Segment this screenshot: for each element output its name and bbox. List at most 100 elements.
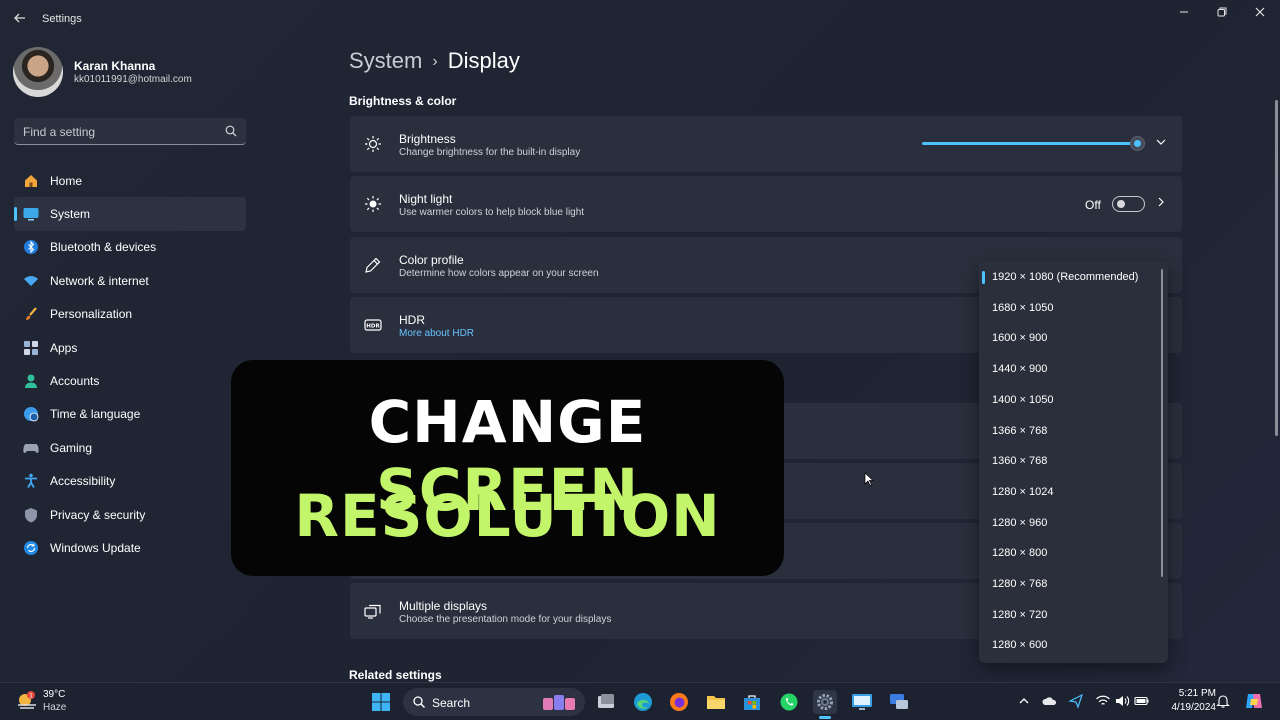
clock-time[interactable]: 5:21 PM [1166, 688, 1216, 699]
brightness-slider-thumb[interactable] [1130, 136, 1145, 151]
home-icon [22, 172, 40, 190]
settings-window: Settings Karan Khanna kk01011991@hotmail… [0, 0, 1280, 682]
resolution-option-label: 1280 × 1024 [992, 485, 1054, 498]
wifi-status-icon[interactable] [1095, 693, 1111, 709]
whatsapp-icon [780, 693, 798, 711]
night-light-toggle[interactable] [1112, 196, 1145, 212]
copilot-icon[interactable] [1244, 691, 1264, 711]
close-icon [1255, 7, 1265, 17]
whatsapp-button[interactable] [777, 690, 801, 714]
sidebar-item-label: Windows Update [50, 540, 141, 555]
resolution-option-label: 1680 × 1050 [992, 301, 1054, 314]
remote-desktop-button[interactable] [850, 690, 874, 714]
search-icon [225, 125, 237, 137]
firefox-button[interactable] [667, 690, 691, 714]
sidebar-item-label: Apps [50, 340, 78, 355]
sidebar-item-network[interactable]: Network & internet [14, 264, 246, 297]
resolution-option-label: 1280 × 800 [992, 547, 1048, 560]
weather-condition: Haze [43, 702, 67, 713]
breadcrumb-parent[interactable]: System [349, 48, 422, 73]
sidebar-item-apps[interactable]: Apps [14, 331, 246, 364]
resolution-option[interactable]: 1440 × 900 [979, 354, 1159, 384]
sidebar-item-accounts[interactable]: Accounts [14, 364, 246, 397]
resolution-option[interactable]: 1400 × 1050 [979, 385, 1159, 415]
resolution-option[interactable]: 1280 × 720 [979, 600, 1159, 630]
edge-icon [634, 693, 652, 711]
night-light-state: Off [1085, 198, 1101, 212]
notification-bell-icon[interactable] [1215, 693, 1231, 709]
banner-line-2: RESOLUTION [231, 482, 784, 550]
chevron-up-icon[interactable] [1016, 693, 1032, 709]
sidebar-item-home[interactable]: Home [14, 164, 246, 197]
resolution-option[interactable]: 1280 × 1024 [979, 477, 1159, 507]
resolution-option[interactable]: 1360 × 768 [979, 446, 1159, 476]
sidebar-item-gaming[interactable]: Gaming [14, 431, 246, 464]
shield-icon [22, 506, 40, 524]
battery-charging-icon[interactable] [1134, 693, 1150, 709]
settings-taskbar-button[interactable] [813, 690, 837, 714]
sidebar-item-system[interactable]: System [14, 197, 246, 231]
title-bar: Settings [0, 0, 1280, 40]
avatar[interactable] [13, 47, 63, 97]
taskbar-search-label: Search [432, 696, 471, 710]
volume-icon[interactable] [1114, 693, 1130, 709]
file-explorer-button[interactable] [704, 690, 728, 714]
mouse-cursor-icon [864, 472, 874, 486]
sidebar-item-time-language[interactable]: Time & language [14, 398, 246, 431]
resolution-option[interactable]: 1280 × 960 [979, 508, 1159, 538]
network-app-icon [890, 694, 908, 709]
resolution-option[interactable]: 1680 × 1050 [979, 293, 1159, 323]
minimize-button[interactable] [1168, 5, 1200, 23]
minimize-icon [1180, 11, 1188, 13]
maximize-button[interactable] [1206, 5, 1238, 23]
chevron-down-icon[interactable] [1154, 135, 1168, 149]
send-icon[interactable] [1068, 693, 1084, 709]
edge-button[interactable] [631, 690, 655, 714]
store-button[interactable] [740, 690, 764, 714]
section-title-related-settings: Related settings [349, 668, 442, 682]
search-input[interactable]: Find a setting [14, 118, 246, 145]
resolution-option[interactable]: 1280 × 800 [979, 538, 1159, 568]
weather-temp: 39°C [43, 689, 66, 700]
search-highlight-icon [543, 695, 575, 710]
weather-badge: 1 [29, 692, 33, 699]
profile-name: Karan Khanna [74, 59, 156, 73]
dropdown-scrollbar[interactable] [1161, 269, 1163, 577]
back-button[interactable] [10, 11, 30, 29]
monitor-app-icon [852, 694, 872, 710]
resolution-option[interactable]: 1920 × 1080 (Recommended) [979, 262, 1159, 292]
brightness-slider[interactable] [922, 142, 1131, 145]
sidebar-item-accessibility[interactable]: Accessibility [14, 465, 246, 498]
sidebar-item-personalization[interactable]: Personalization [14, 298, 246, 331]
page-scrollbar[interactable] [1275, 100, 1278, 436]
task-view-button[interactable] [594, 690, 618, 714]
resolution-option[interactable]: 1280 × 768 [979, 569, 1159, 599]
hdr-learn-more-link[interactable]: More about HDR [399, 328, 474, 339]
start-button[interactable] [369, 690, 393, 714]
night-light-card[interactable]: Night light Use warmer colors to help bl… [350, 176, 1182, 232]
snipping-tool-button[interactable] [887, 690, 911, 714]
sidebar-item-windows-update[interactable]: Windows Update [14, 531, 246, 564]
onedrive-icon[interactable] [1042, 693, 1058, 709]
resolution-option[interactable]: 1366 × 768 [979, 416, 1159, 446]
breadcrumb: System › Display [349, 48, 520, 74]
sidebar-item-bluetooth[interactable]: Bluetooth & devices [14, 231, 246, 264]
restore-icon [1217, 7, 1227, 17]
close-button[interactable] [1244, 5, 1276, 23]
sidebar-item-label: Privacy & security [50, 507, 146, 522]
resolution-option[interactable]: 1280 × 600 [979, 630, 1159, 660]
sidebar-item-label: System [50, 207, 91, 222]
sidebar-item-label: Time & language [50, 407, 141, 422]
clock-date[interactable]: 4/19/2024 [1150, 702, 1217, 713]
sidebar-item-privacy[interactable]: Privacy & security [14, 498, 246, 531]
folder-icon [707, 696, 725, 709]
weather-haze-icon[interactable]: 1 [16, 691, 38, 711]
person-icon [22, 372, 40, 390]
store-icon [744, 695, 760, 710]
multiple-displays-icon [364, 604, 381, 619]
resolution-dropdown: 1920 × 1080 (Recommended) 1680 × 1050 16… [979, 261, 1168, 663]
resolution-option[interactable]: 1600 × 900 [979, 323, 1159, 353]
taskbar-search[interactable]: Search [403, 688, 585, 716]
resolution-option-label: 1280 × 720 [992, 608, 1048, 621]
chevron-right-icon[interactable] [1154, 195, 1168, 209]
